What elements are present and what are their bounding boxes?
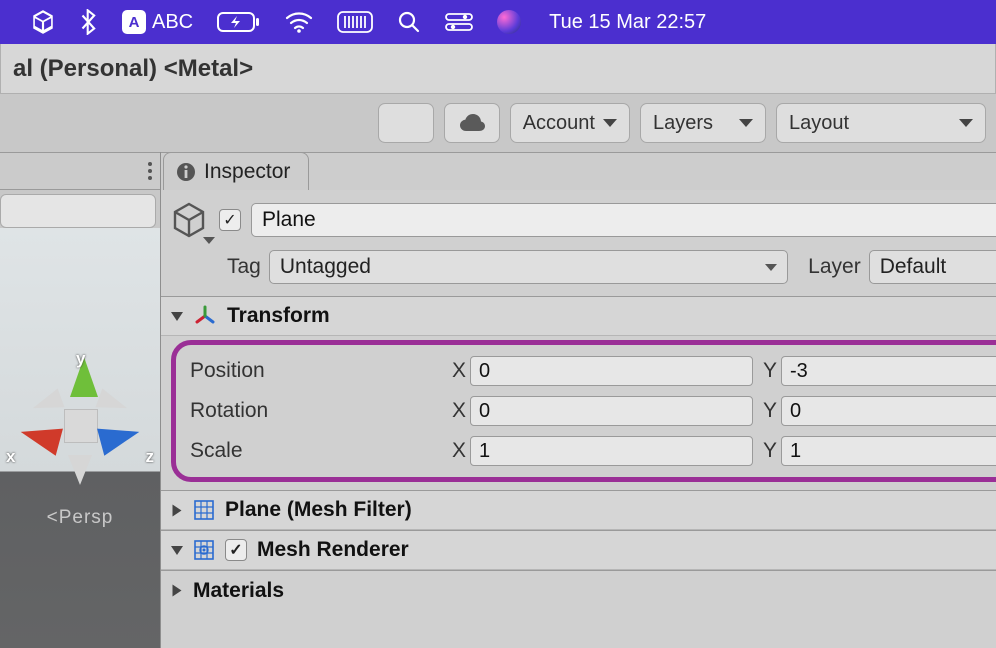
wifi-icon[interactable] (285, 11, 313, 33)
tab-inspector[interactable]: Inspector (163, 152, 309, 190)
chevron-down-icon (765, 264, 777, 271)
tag-label: Tag (227, 255, 261, 279)
gizmo-neg-axis-icon[interactable] (68, 455, 92, 485)
chevron-down-icon (203, 237, 215, 244)
account-dropdown[interactable]: Account (510, 103, 630, 143)
hierarchy-tab-row (0, 152, 160, 190)
foldout-icon[interactable] (171, 312, 183, 321)
layout-label: Layout (789, 112, 849, 135)
app-toolbar: Account Layers Layout (0, 94, 996, 152)
axis-x-label[interactable]: X (446, 399, 466, 423)
datetime[interactable]: Tue 15 Mar 22:57 (549, 11, 706, 34)
scale-x-input[interactable] (470, 436, 753, 466)
axis-z-label: z (146, 447, 155, 467)
axis-x-label: x (6, 447, 15, 467)
layers-dropdown[interactable]: Layers (640, 103, 766, 143)
transform-header[interactable]: Transform ? (161, 296, 996, 336)
unity-logo-icon (30, 9, 56, 35)
tag-value: Untagged (280, 255, 371, 279)
transform-title: Transform (227, 304, 330, 328)
scale-y-input[interactable] (781, 436, 996, 466)
search-icon[interactable] (397, 10, 421, 34)
orientation-gizmo[interactable]: y x z (0, 357, 160, 477)
layers-label: Layers (653, 112, 713, 135)
rotation-x-input[interactable] (470, 396, 753, 426)
layer-dropdown[interactable]: Default (869, 250, 996, 284)
position-label: Position (176, 359, 446, 383)
object-cube-icon[interactable] (169, 200, 209, 240)
inspector-panel: Inspector ✓ Static (160, 152, 996, 648)
info-icon (176, 162, 196, 182)
mesh-grid-icon (193, 499, 215, 521)
control-center-icon[interactable] (445, 12, 473, 32)
scale-label: Scale (176, 439, 446, 463)
tag-dropdown[interactable]: Untagged (269, 250, 788, 284)
window-titlebar: al (Personal) <Metal> (0, 44, 996, 94)
materials-label: Materials (193, 579, 284, 603)
mesh-renderer-title: Mesh Renderer (257, 538, 409, 562)
mesh-renderer-icon (193, 539, 215, 561)
cloud-icon (458, 113, 486, 133)
gizmo-neg-axis-icon[interactable] (95, 388, 130, 417)
siri-icon[interactable] (497, 10, 521, 34)
mesh-renderer-enabled-checkbox[interactable]: ✓ (225, 539, 247, 561)
bluetooth-icon[interactable] (80, 9, 98, 35)
foldout-icon[interactable] (173, 585, 182, 597)
window-title: al (Personal) <Metal> (13, 55, 253, 83)
scene-viewport[interactable]: y x z <Persp (0, 228, 160, 648)
axis-x-label[interactable]: X (446, 359, 466, 383)
chevron-down-icon (739, 119, 753, 127)
position-y-input[interactable] (781, 356, 996, 386)
barcode-icon[interactable] (337, 11, 373, 33)
foldout-icon[interactable] (171, 546, 183, 555)
hierarchy-panel: y x z <Persp (0, 152, 160, 648)
cloud-button[interactable] (444, 103, 500, 143)
object-name-input[interactable] (251, 203, 996, 237)
input-method-indicator[interactable]: A ABC (122, 10, 193, 34)
layer-label: Layer (808, 255, 861, 279)
toolbar-blank-button[interactable] (378, 103, 434, 143)
chevron-down-icon (959, 119, 973, 127)
gizmo-z-axis-icon[interactable] (97, 418, 143, 455)
projection-label[interactable]: <Persp (47, 507, 114, 529)
position-row: Position X Y Z (176, 351, 996, 391)
transform-values-highlight: Position X Y Z Rotation X Y Z (171, 340, 996, 482)
layer-value: Default (880, 255, 947, 279)
inspector-tab-row: Inspector (161, 152, 996, 190)
ime-label: ABC (152, 11, 193, 34)
rotation-label: Rotation (176, 399, 446, 423)
axis-y-label[interactable]: Y (757, 399, 777, 423)
mesh-renderer-header[interactable]: ✓ Mesh Renderer ? (161, 530, 996, 570)
macos-menubar: A ABC Tue 15 Mar 22:57 (0, 0, 996, 44)
foldout-icon[interactable] (173, 504, 182, 516)
materials-row[interactable]: Materials 1 (161, 570, 996, 610)
gizmo-neg-axis-icon[interactable] (29, 388, 64, 417)
hierarchy-search-input[interactable] (0, 194, 156, 228)
inspector-tab-label: Inspector (204, 160, 290, 184)
tag-layer-row: Tag Untagged Layer Default (169, 250, 996, 284)
panel-menu-icon[interactable] (148, 162, 152, 180)
chevron-down-icon (603, 119, 617, 127)
axis-y-label[interactable]: Y (757, 439, 777, 463)
rotation-row: Rotation X Y Z (176, 391, 996, 431)
axis-y-label[interactable]: Y (757, 359, 777, 383)
battery-charging-icon[interactable] (217, 10, 261, 34)
object-header-row: ✓ Static (169, 200, 996, 240)
axis-y-label: y (76, 349, 85, 369)
transform-icon (193, 304, 217, 328)
axis-x-label[interactable]: X (446, 439, 466, 463)
account-label: Account (523, 112, 595, 135)
object-active-checkbox[interactable]: ✓ (219, 209, 241, 231)
gizmo-cube-icon[interactable] (64, 409, 98, 443)
gizmo-x-axis-icon[interactable] (17, 418, 63, 455)
position-x-input[interactable] (470, 356, 753, 386)
scale-row: Scale X Y Z (176, 431, 996, 471)
layout-dropdown[interactable]: Layout (776, 103, 986, 143)
mesh-filter-title: Plane (Mesh Filter) (225, 498, 412, 522)
rotation-y-input[interactable] (781, 396, 996, 426)
mesh-filter-header[interactable]: Plane (Mesh Filter) ? (161, 490, 996, 530)
ime-square-icon: A (122, 10, 146, 34)
